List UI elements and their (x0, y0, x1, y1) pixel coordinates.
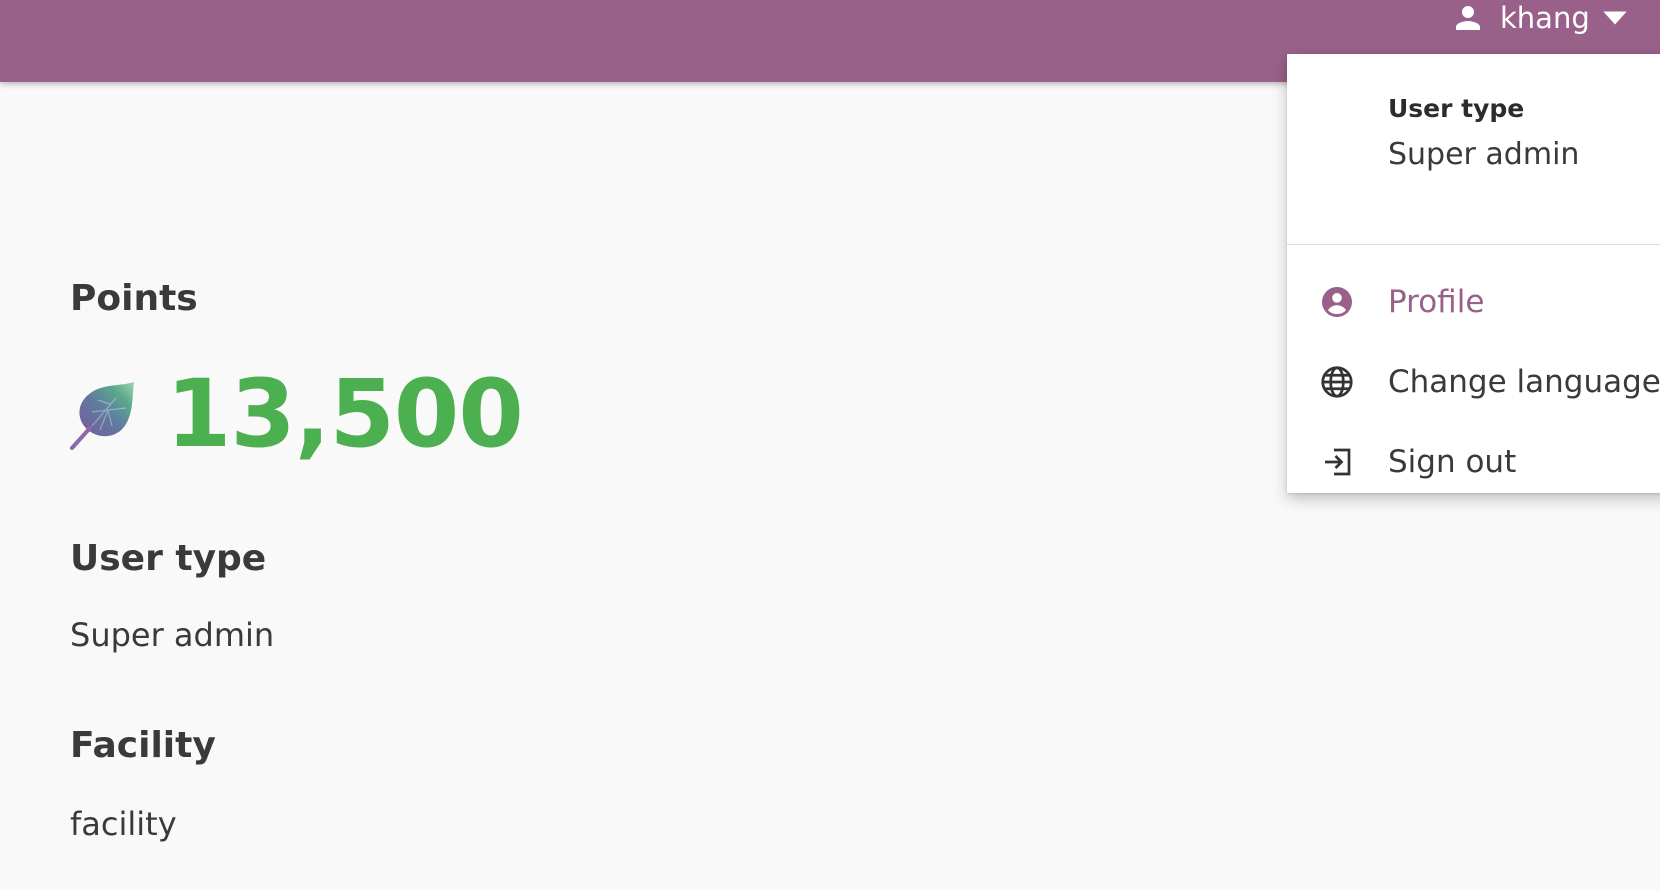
logout-icon (1325, 448, 1351, 476)
caret-down-icon (1603, 11, 1627, 25)
dropdown-user-type-label: User type (1388, 94, 1525, 123)
menu-item-change-language-label: Change language (1388, 364, 1660, 400)
globe-icon (1321, 366, 1353, 398)
menu-item-sign-out-label: Sign out (1388, 444, 1517, 480)
user-type-summary: User type Super admin (1388, 94, 1579, 172)
user-type-title: User type (70, 538, 267, 579)
points-title: Points (70, 278, 198, 319)
dropdown-divider (1287, 244, 1660, 245)
username-label: khang (1500, 1, 1590, 35)
user-menu-button[interactable]: khang (1448, 0, 1628, 36)
menu-item-profile[interactable]: Profile (1287, 266, 1660, 338)
user-type-value: Super admin (70, 616, 275, 654)
leaf-icon (70, 382, 134, 450)
dropdown-user-type-value: Super admin (1388, 137, 1580, 172)
menu-item-change-language[interactable]: Change language (1287, 346, 1660, 418)
points-value: 13,500 (166, 360, 524, 469)
account-circle-icon (1322, 287, 1352, 317)
points-display: 13,500 (70, 360, 524, 469)
facility-value: facility (70, 805, 177, 843)
person-icon (1456, 6, 1480, 30)
menu-item-profile-label: Profile (1388, 284, 1485, 320)
facility-title: Facility (70, 725, 216, 766)
menu-item-sign-out[interactable]: Sign out (1287, 426, 1660, 498)
user-dropdown-menu: User type Super admin Profile Change lan… (1287, 54, 1660, 493)
